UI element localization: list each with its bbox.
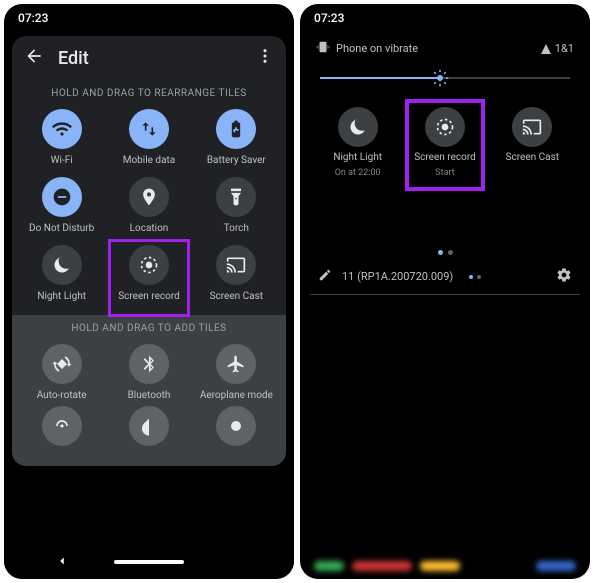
sensors-icon — [52, 416, 72, 436]
tile-auto-rotate[interactable]: Auto-rotate — [20, 344, 103, 402]
tile-battery-saver[interactable]: Battery Saver — [195, 109, 278, 167]
tile-partial-1[interactable] — [20, 406, 103, 446]
quick-settings-panel: Phone on vibrate 1&1 Night Light On at 2… — [300, 32, 590, 295]
page-title: Edit — [58, 48, 242, 69]
settings-gear-icon[interactable] — [556, 267, 572, 286]
phone-left-edit-tiles: 07:23 Edit HOLD AND DRAG TO REARRANGE TI… — [4, 4, 294, 579]
wifi-icon — [52, 119, 72, 139]
dots-indicator — [469, 275, 481, 279]
qs-status-row: Phone on vibrate 1&1 — [310, 32, 580, 61]
add-hint: HOLD AND DRAG TO ADD TILES — [12, 315, 286, 344]
qs-tile-screen-record[interactable]: Screen record Start — [403, 107, 486, 178]
qs-tiles-grid: Night Light On at 22:00 Screen record St… — [310, 103, 580, 188]
nav-home-pill[interactable] — [114, 560, 184, 564]
build-number: 11 (RP1A.200720.009) — [342, 270, 453, 283]
cast-icon — [522, 117, 542, 137]
page-dot-2[interactable] — [448, 250, 453, 255]
aeroplane-icon — [226, 354, 246, 374]
navigation-bar — [4, 545, 294, 579]
vibrate-icon — [316, 40, 330, 57]
screen-record-icon — [139, 255, 159, 275]
active-tiles-grid: Wi-Fi Mobile data Battery Saver Do Not D… — [12, 109, 286, 315]
tile-screen-record[interactable]: Screen record — [107, 245, 190, 303]
bluetooth-icon — [139, 354, 159, 374]
cast-icon — [226, 255, 246, 275]
dnd-icon — [52, 187, 72, 207]
back-icon[interactable] — [24, 46, 44, 70]
phone-right-quick-settings: 07:23 Phone on vibrate 1&1 Night Light — [300, 4, 590, 579]
overflow-menu-icon[interactable] — [256, 47, 274, 69]
edit-pencil-icon[interactable] — [318, 268, 332, 285]
background-app-blur — [300, 553, 590, 579]
tile-torch[interactable]: Torch — [195, 177, 278, 235]
tile-partial-3[interactable] — [195, 406, 278, 446]
tile-aeroplane-mode[interactable]: Aeroplane mode — [195, 344, 278, 402]
tile-mobile-data[interactable]: Mobile data — [107, 109, 190, 167]
tile-wifi[interactable]: Wi-Fi — [20, 109, 103, 167]
vibrate-text: Phone on vibrate — [336, 42, 418, 55]
nav-back-icon[interactable] — [55, 553, 69, 572]
tile-night-light[interactable]: Night Light — [20, 245, 103, 303]
page-indicator — [310, 188, 580, 265]
location-icon — [139, 187, 159, 207]
invert-colors-icon — [139, 416, 159, 436]
qs-tile-night-light[interactable]: Night Light On at 22:00 — [316, 107, 399, 178]
tile-do-not-disturb[interactable]: Do Not Disturb — [20, 177, 103, 235]
tile-bluetooth[interactable]: Bluetooth — [107, 344, 190, 402]
rearrange-hint: HOLD AND DRAG TO REARRANGE TILES — [12, 80, 286, 109]
available-tiles-section: HOLD AND DRAG TO ADD TILES Auto-rotate B… — [12, 315, 286, 466]
battery-saver-icon — [226, 119, 246, 139]
tile-location[interactable]: Location — [107, 177, 190, 235]
tile-screen-cast[interactable]: Screen Cast — [195, 245, 278, 303]
clock: 07:23 — [314, 11, 344, 25]
screen-record-icon — [435, 117, 455, 137]
generic-icon — [226, 416, 246, 436]
status-bar: 07:23 — [4, 4, 294, 32]
edit-header: Edit — [12, 36, 286, 80]
status-bar: 07:23 — [300, 4, 590, 32]
clock: 07:23 — [18, 11, 48, 25]
brightness-thumb-icon[interactable] — [431, 69, 449, 87]
night-light-icon — [348, 117, 368, 137]
torch-icon — [226, 187, 246, 207]
build-info-row: 11 (RP1A.200720.009) — [310, 265, 580, 295]
signal-indicator: 1&1 — [540, 42, 574, 55]
auto-rotate-icon — [52, 354, 72, 374]
brightness-slider[interactable] — [320, 67, 570, 89]
tile-partial-2[interactable] — [107, 406, 190, 446]
page-dot-1[interactable] — [438, 250, 443, 255]
qs-tile-screen-cast[interactable]: Screen Cast — [491, 107, 574, 178]
quick-settings-edit-panel: Edit HOLD AND DRAG TO REARRANGE TILES Wi… — [12, 36, 286, 466]
mobile-data-icon — [139, 119, 159, 139]
night-light-icon — [52, 255, 72, 275]
